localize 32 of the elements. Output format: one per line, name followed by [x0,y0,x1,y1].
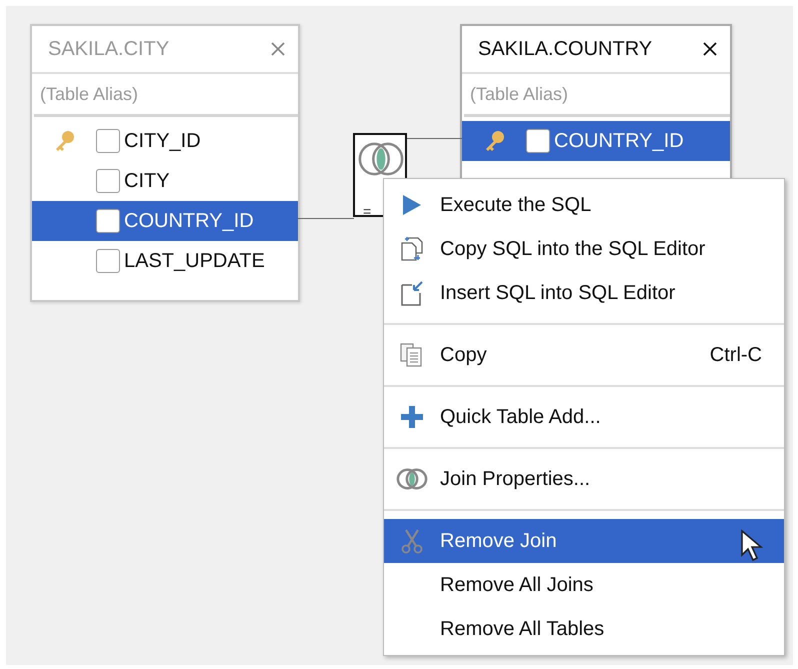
join-operator: = [363,203,372,219]
checkbox[interactable] [96,129,120,153]
plus-icon [399,404,425,430]
checkbox[interactable] [526,129,550,153]
menu-item[interactable]: Copy Ctrl-C [384,333,784,377]
column-row[interactable]: CITY [32,161,298,201]
scissors-icon [400,528,424,554]
column-row[interactable]: CITY_ID [32,121,298,161]
column-row[interactable]: COUNTRY_ID [462,121,730,161]
column-row[interactable]: COUNTRY_ID [32,201,298,241]
column-row[interactable]: LAST_UPDATE [32,241,298,281]
menu-item[interactable]: Quick Table Add... [384,395,784,439]
insert-document-icon [399,280,425,306]
alias-field[interactable]: (Table Alias) [464,74,730,117]
alias-field[interactable]: (Table Alias) [34,74,298,117]
menu-item[interactable]: Insert SQL into SQL Editor [384,271,784,315]
table-title: SAKILA.COUNTRY [478,38,652,60]
join-icon [396,468,428,490]
copy-document-icon [399,236,425,262]
shortcut-label: Ctrl-C [710,344,762,366]
join-icon [357,141,405,177]
checkbox[interactable] [96,169,120,193]
menu-item[interactable]: Remove All Joins [384,563,784,607]
checkbox[interactable] [96,249,120,273]
menu-item[interactable]: Remove Join [384,519,784,563]
table-title: SAKILA.CITY [48,38,170,60]
menu-item[interactable]: Join Properties... [384,457,784,501]
menu-item[interactable]: Copy SQL into the SQL Editor [384,227,784,271]
menu-item[interactable]: Remove All Tables [384,607,784,651]
close-icon[interactable] [702,41,718,57]
checkbox[interactable] [96,209,120,233]
cursor-icon [740,529,766,563]
